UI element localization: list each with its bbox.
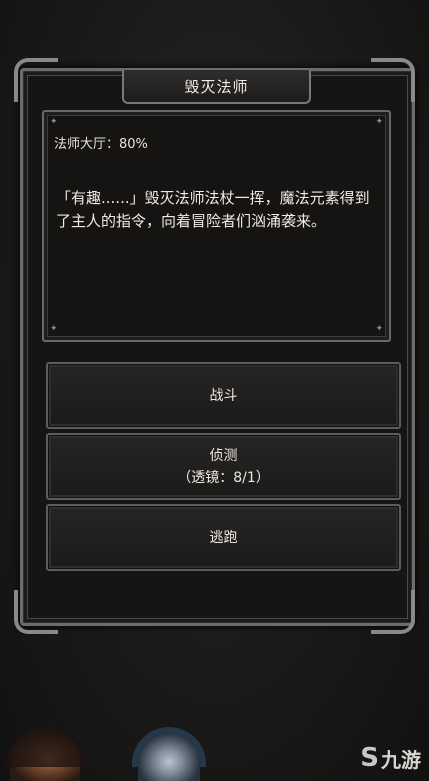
corner-star-icon: ✦: [375, 324, 383, 334]
frame-ornament-bottom-right: [371, 590, 415, 634]
frame-ornament-top-right: [371, 58, 415, 102]
watermark-text: 九游: [381, 747, 421, 772]
corner-star-icon: ✦: [375, 117, 383, 127]
corner-star-icon: ✦: [50, 324, 58, 334]
event-description: 「有趣......」毁灭法师法杖一挥，魔法元素得到了主人的指令，向着冒险者们汹涌…: [56, 189, 370, 230]
hero-portrait-warrior[interactable]: [6, 727, 84, 781]
location-progress: 法师大厅：80%: [54, 137, 148, 152]
fight-button[interactable]: 战斗: [46, 362, 401, 429]
frame-ornament-top-left: [14, 58, 58, 102]
jiuyou-logo-icon: S: [360, 743, 379, 773]
flee-button[interactable]: 逃跑: [46, 504, 401, 571]
hero-portrait-mage[interactable]: [132, 727, 206, 781]
scout-button-label: 侦测: [209, 447, 238, 464]
corner-star-icon: ✦: [50, 117, 58, 127]
fight-button-label: 战斗: [209, 387, 238, 404]
flee-button-label: 逃跑: [209, 529, 238, 546]
dialog-title: 毁灭法师: [184, 77, 249, 96]
scout-button[interactable]: 侦测 （透镜：8/1）: [46, 433, 401, 500]
frame-ornament-bottom-left: [14, 590, 58, 634]
dialog-title-bar: 毁灭法师: [122, 70, 311, 104]
scout-button-detail: （透镜：8/1）: [177, 469, 270, 486]
watermark-logo: S 九游: [360, 743, 421, 773]
